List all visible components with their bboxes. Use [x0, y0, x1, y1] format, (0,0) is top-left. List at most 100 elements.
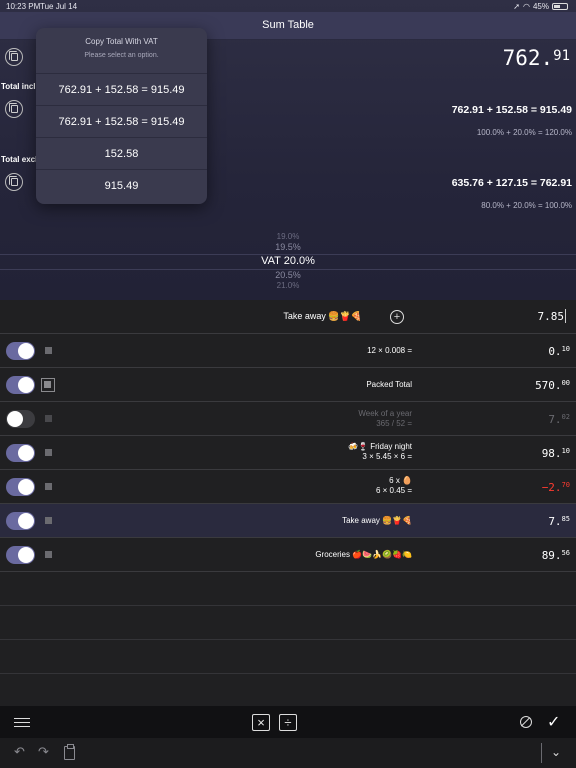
bottom-toolbar: × ÷ ✓ [0, 706, 576, 738]
row-square-icon[interactable] [45, 415, 52, 422]
row-value-int: 89. [541, 549, 562, 562]
row-square-icon[interactable] [45, 551, 52, 558]
copy-total-button[interactable] [5, 48, 23, 66]
add-icon[interactable]: + [390, 310, 404, 324]
row-description: 6 x 🥚 6 × 0.45 = [376, 476, 412, 496]
table-row[interactable]: Groceries 🍎🍉🍌🥝🍓🍋 89.56 [0, 538, 576, 572]
excl-percent: 80.0% + 20.0% = 100.0% [481, 201, 572, 210]
row-description-line1: Week of a year [358, 409, 412, 418]
vat-option: 20.5% [275, 270, 301, 280]
incl-equation: 762.91 + 152.58 = 915.49 [451, 104, 572, 116]
undo-icon[interactable]: ↶ [14, 744, 25, 760]
row-value-int: 7. [548, 413, 562, 426]
row-description-line2: 6 × 0.45 = [375, 486, 412, 495]
row-description: 12 × 0.008 = [367, 346, 412, 355]
row-toggle[interactable] [6, 376, 35, 394]
status-date: Tue Jul 14 [40, 2, 78, 11]
row-toggle[interactable] [6, 410, 35, 428]
row-value: 7.02 [548, 413, 570, 426]
popover-title: Copy Total With VAT [85, 37, 158, 46]
row-description: Take away 🍔🍟🍕 [342, 516, 412, 525]
redo-icon[interactable]: ↷ [38, 744, 49, 760]
incl-percent: 100.0% + 20.0% = 120.0% [476, 128, 572, 137]
divide-button[interactable]: ÷ [279, 714, 297, 731]
row-value: −2.70 [542, 481, 570, 494]
popover-option[interactable]: 762.91 + 152.58 = 915.49 [36, 106, 207, 138]
row-value-dec: 00 [561, 379, 570, 387]
copy-icon [8, 176, 18, 186]
wifi-icon: ◠ [523, 2, 530, 11]
row-value-int: 570. [535, 379, 562, 392]
row-value: 0.10 [548, 345, 570, 358]
row-description-line1: 🍻🍷 Friday night [348, 442, 412, 451]
table-row[interactable]: Week of a year 365 / 52 = 7.02 [0, 402, 576, 436]
row-toggle[interactable] [6, 478, 35, 496]
row-toggle[interactable] [6, 444, 35, 462]
copy-icon [8, 51, 18, 61]
copy-incl-button[interactable] [5, 100, 23, 118]
entry-description[interactable]: Take away 🍔🍟🍕 [0, 311, 362, 322]
table-row[interactable]: Packed Total 570.00 [0, 368, 576, 402]
hide-keyboard-chevron-icon[interactable]: ⌄ [551, 745, 561, 759]
popover-option[interactable]: 152.58 [36, 138, 207, 170]
toggle-knob [18, 445, 34, 461]
row-value-int: 0. [548, 345, 562, 358]
row-value: 7.85 [548, 515, 570, 528]
copy-excl-button[interactable] [5, 173, 23, 191]
grand-total-cents: 91 [553, 48, 570, 64]
row-square-icon[interactable] [45, 517, 52, 524]
row-value-dec: 10 [561, 447, 570, 455]
row-toggle[interactable] [6, 512, 35, 530]
row-description-line1: 6 x 🥚 [389, 476, 412, 485]
clear-icon[interactable] [520, 716, 532, 728]
row-description: Groceries 🍎🍉🍌🥝🍓🍋 [315, 550, 412, 559]
toggle-knob [18, 513, 34, 529]
popover-option[interactable]: 762.91 + 152.58 = 915.49 [36, 74, 207, 106]
text-cursor [565, 309, 566, 323]
empty-row-line [0, 639, 576, 640]
toggle-knob [18, 547, 34, 563]
row-description-line2: 365 / 52 = [376, 419, 412, 428]
copy-icon [8, 103, 18, 113]
toggle-knob [7, 411, 23, 427]
row-description-line2: 3 × 5.45 × 6 = [362, 452, 412, 461]
row-toggle[interactable] [6, 342, 35, 360]
vat-option: 19.5% [275, 242, 301, 252]
row-value-dec: 85 [561, 515, 570, 523]
copy-vat-popover: Copy Total With VAT Please select an opt… [36, 28, 207, 204]
vat-selected: VAT 20.0% [261, 255, 315, 267]
multiply-button[interactable]: × [252, 714, 270, 731]
entry-value[interactable]: 7.85 [538, 310, 565, 323]
popover-subtitle: Please select an option. [84, 52, 159, 59]
table-row[interactable]: 6 x 🥚 6 × 0.45 = −2.70 [0, 470, 576, 504]
menu-icon[interactable] [14, 718, 30, 727]
row-value-int: 98. [541, 447, 562, 460]
row-square-icon[interactable] [45, 449, 52, 456]
location-icon: ➚ [513, 2, 520, 11]
status-time: 10:23 PM [6, 2, 41, 11]
status-right: ➚ ◠ 45% [513, 2, 568, 11]
row-value-dec: 56 [561, 549, 570, 557]
table-row[interactable]: 🍻🍷 Friday night 3 × 5.45 × 6 = 98.10 [0, 436, 576, 470]
row-toggle[interactable] [6, 546, 35, 564]
vat-picker[interactable]: 19.0% 19.5% VAT 20.0% 20.5% 21.0% [0, 232, 576, 290]
excl-equation: 635.76 + 127.15 = 762.91 [451, 177, 572, 189]
table-row[interactable]: 12 × 0.008 = 0.10 [0, 334, 576, 368]
vat-option: 21.0% [276, 281, 300, 290]
row-value-dec: 10 [561, 345, 570, 353]
table-row-selected[interactable]: Take away 🍔🍟🍕 7.85 [0, 504, 576, 538]
popover-option[interactable]: 915.49 [36, 170, 207, 202]
packed-total-icon[interactable] [41, 378, 55, 392]
row-value-dec: 70 [561, 481, 570, 489]
toolbar-divider [541, 743, 542, 763]
paste-icon[interactable] [64, 744, 75, 760]
row-square-icon[interactable] [45, 347, 52, 354]
row-value: 98.10 [542, 447, 570, 460]
confirm-check-icon[interactable]: ✓ [547, 712, 560, 732]
toggle-knob [18, 343, 34, 359]
toggle-knob [18, 479, 34, 495]
row-square-icon[interactable] [45, 483, 52, 490]
empty-row-line [0, 673, 576, 674]
empty-row-line [0, 605, 576, 606]
entry-row[interactable]: Take away 🍔🍟🍕 + 7.85 [0, 300, 576, 334]
